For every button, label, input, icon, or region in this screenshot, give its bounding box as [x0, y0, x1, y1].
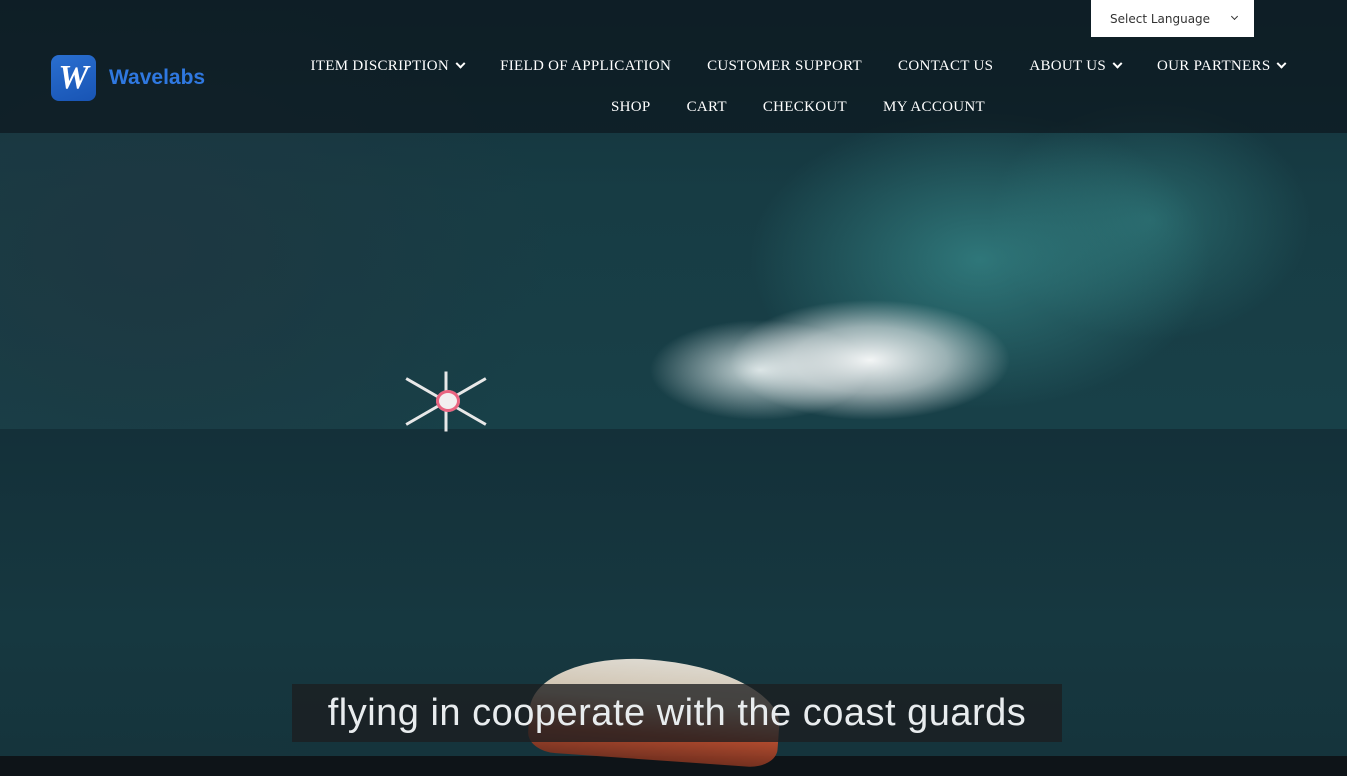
drone-image [398, 360, 494, 432]
nav-item-cart[interactable]: CART [669, 99, 745, 116]
page: flying in cooperate with the coast guard… [0, 0, 1347, 776]
chevron-down-icon [1230, 12, 1239, 21]
nav-item-about-us[interactable]: ABOUT US [1011, 58, 1139, 75]
nav-label: CONTACT US [898, 58, 994, 74]
chevron-down-icon [1112, 58, 1123, 69]
nav-item-our-partners[interactable]: OUR PARTNERS [1139, 58, 1303, 75]
nav-label: ITEM DISCRIPTION [310, 58, 450, 74]
site-header: W Wavelabs ITEM DISCRIPTION FIELD OF APP… [0, 0, 1347, 133]
language-select-value: Select Language [1110, 11, 1211, 26]
logo-icon: W [51, 55, 96, 101]
chevron-down-icon [1277, 58, 1287, 69]
video-subtitle: flying in cooperate with the coast guard… [292, 684, 1062, 742]
nav-row-primary: ITEM DISCRIPTION FIELD OF APPLICATION CU… [288, 46, 1308, 87]
site-logo[interactable]: W Wavelabs [51, 55, 205, 101]
language-select[interactable]: Select Language [1091, 0, 1254, 37]
nav-label: CUSTOMER SUPPORT [707, 58, 863, 74]
nav-label: MY ACCOUNT [882, 99, 985, 115]
nav-label: FIELD OF APPLICATION [500, 58, 672, 74]
nav-item-shop[interactable]: SHOP [593, 99, 669, 116]
nav-item-customer-support[interactable]: CUSTOMER SUPPORT [689, 58, 880, 75]
logo-text: Wavelabs [109, 66, 206, 89]
nav-label: CHECKOUT [762, 99, 847, 115]
nav-item-item-discription[interactable]: ITEM DISCRIPTION [293, 58, 483, 75]
chevron-down-icon [455, 58, 466, 69]
nav-label: CART [686, 99, 727, 115]
nav-item-contact-us[interactable]: CONTACT US [880, 58, 1011, 75]
nav-item-checkout[interactable]: CHECKOUT [745, 99, 865, 116]
nav-label: ABOUT US [1029, 58, 1107, 74]
nav-item-my-account[interactable]: MY ACCOUNT [865, 99, 1003, 116]
nav-item-field-of-application[interactable]: FIELD OF APPLICATION [482, 58, 689, 75]
main-nav: ITEM DISCRIPTION FIELD OF APPLICATION CU… [288, 46, 1308, 128]
nav-row-secondary: SHOP CART CHECKOUT MY ACCOUNT [288, 87, 1308, 128]
nav-label: SHOP [611, 99, 651, 115]
nav-label: OUR PARTNERS [1157, 58, 1271, 74]
